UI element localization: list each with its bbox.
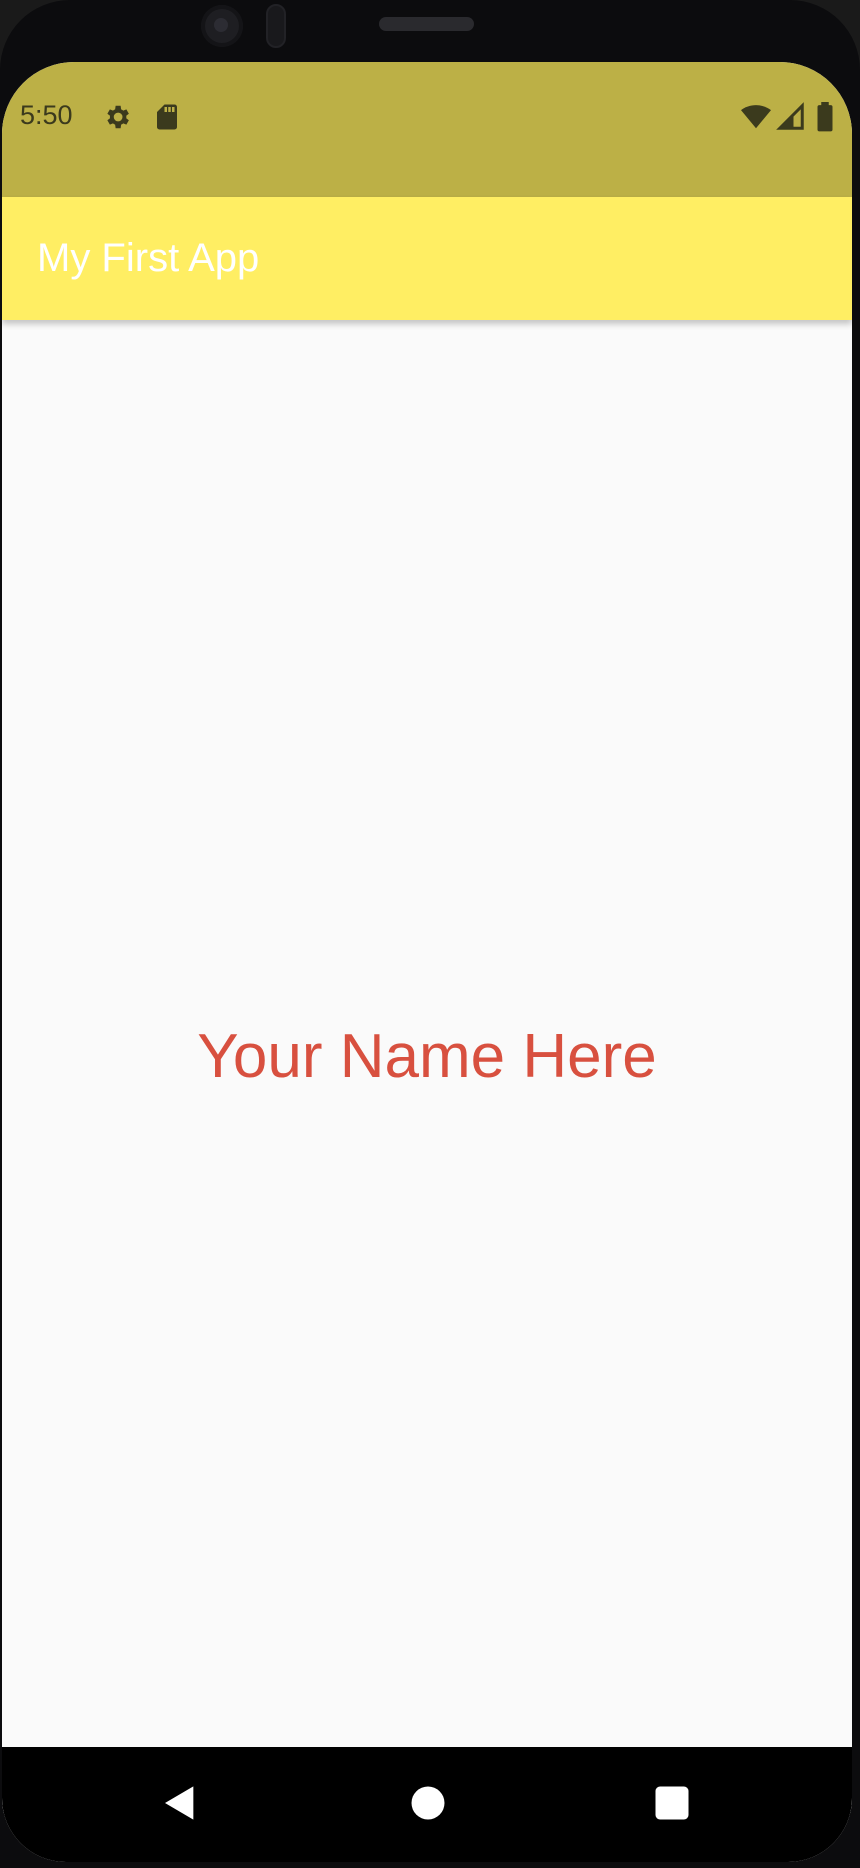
front-camera [201, 5, 243, 47]
app-title: My First App [37, 236, 260, 280]
status-bar: 5:50 [2, 62, 852, 197]
status-time: 5:50 [20, 100, 73, 130]
home-button[interactable] [398, 1773, 458, 1833]
recents-button[interactable] [642, 1773, 702, 1833]
main-body: Your Name Here [2, 320, 852, 1813]
back-button[interactable] [150, 1773, 210, 1833]
back-icon [165, 1786, 194, 1820]
gear-icon [102, 102, 132, 132]
phone-screen: 5:50 My First App Your Name Here [2, 62, 852, 1862]
battery-icon [814, 102, 844, 132]
proximity-sensor [266, 4, 286, 48]
earpiece-speaker [379, 17, 474, 31]
cell-signal-icon [776, 102, 806, 132]
name-text: Your Name Here [197, 1022, 657, 1091]
sd-card-icon [152, 102, 182, 132]
app-bar: My First App [2, 197, 852, 320]
wifi-icon [740, 102, 771, 132]
recents-icon [655, 1786, 689, 1820]
home-icon [411, 1786, 445, 1820]
phone-frame: 5:50 My First App Your Name Here [0, 0, 860, 1868]
navigation-bar [2, 1747, 852, 1862]
